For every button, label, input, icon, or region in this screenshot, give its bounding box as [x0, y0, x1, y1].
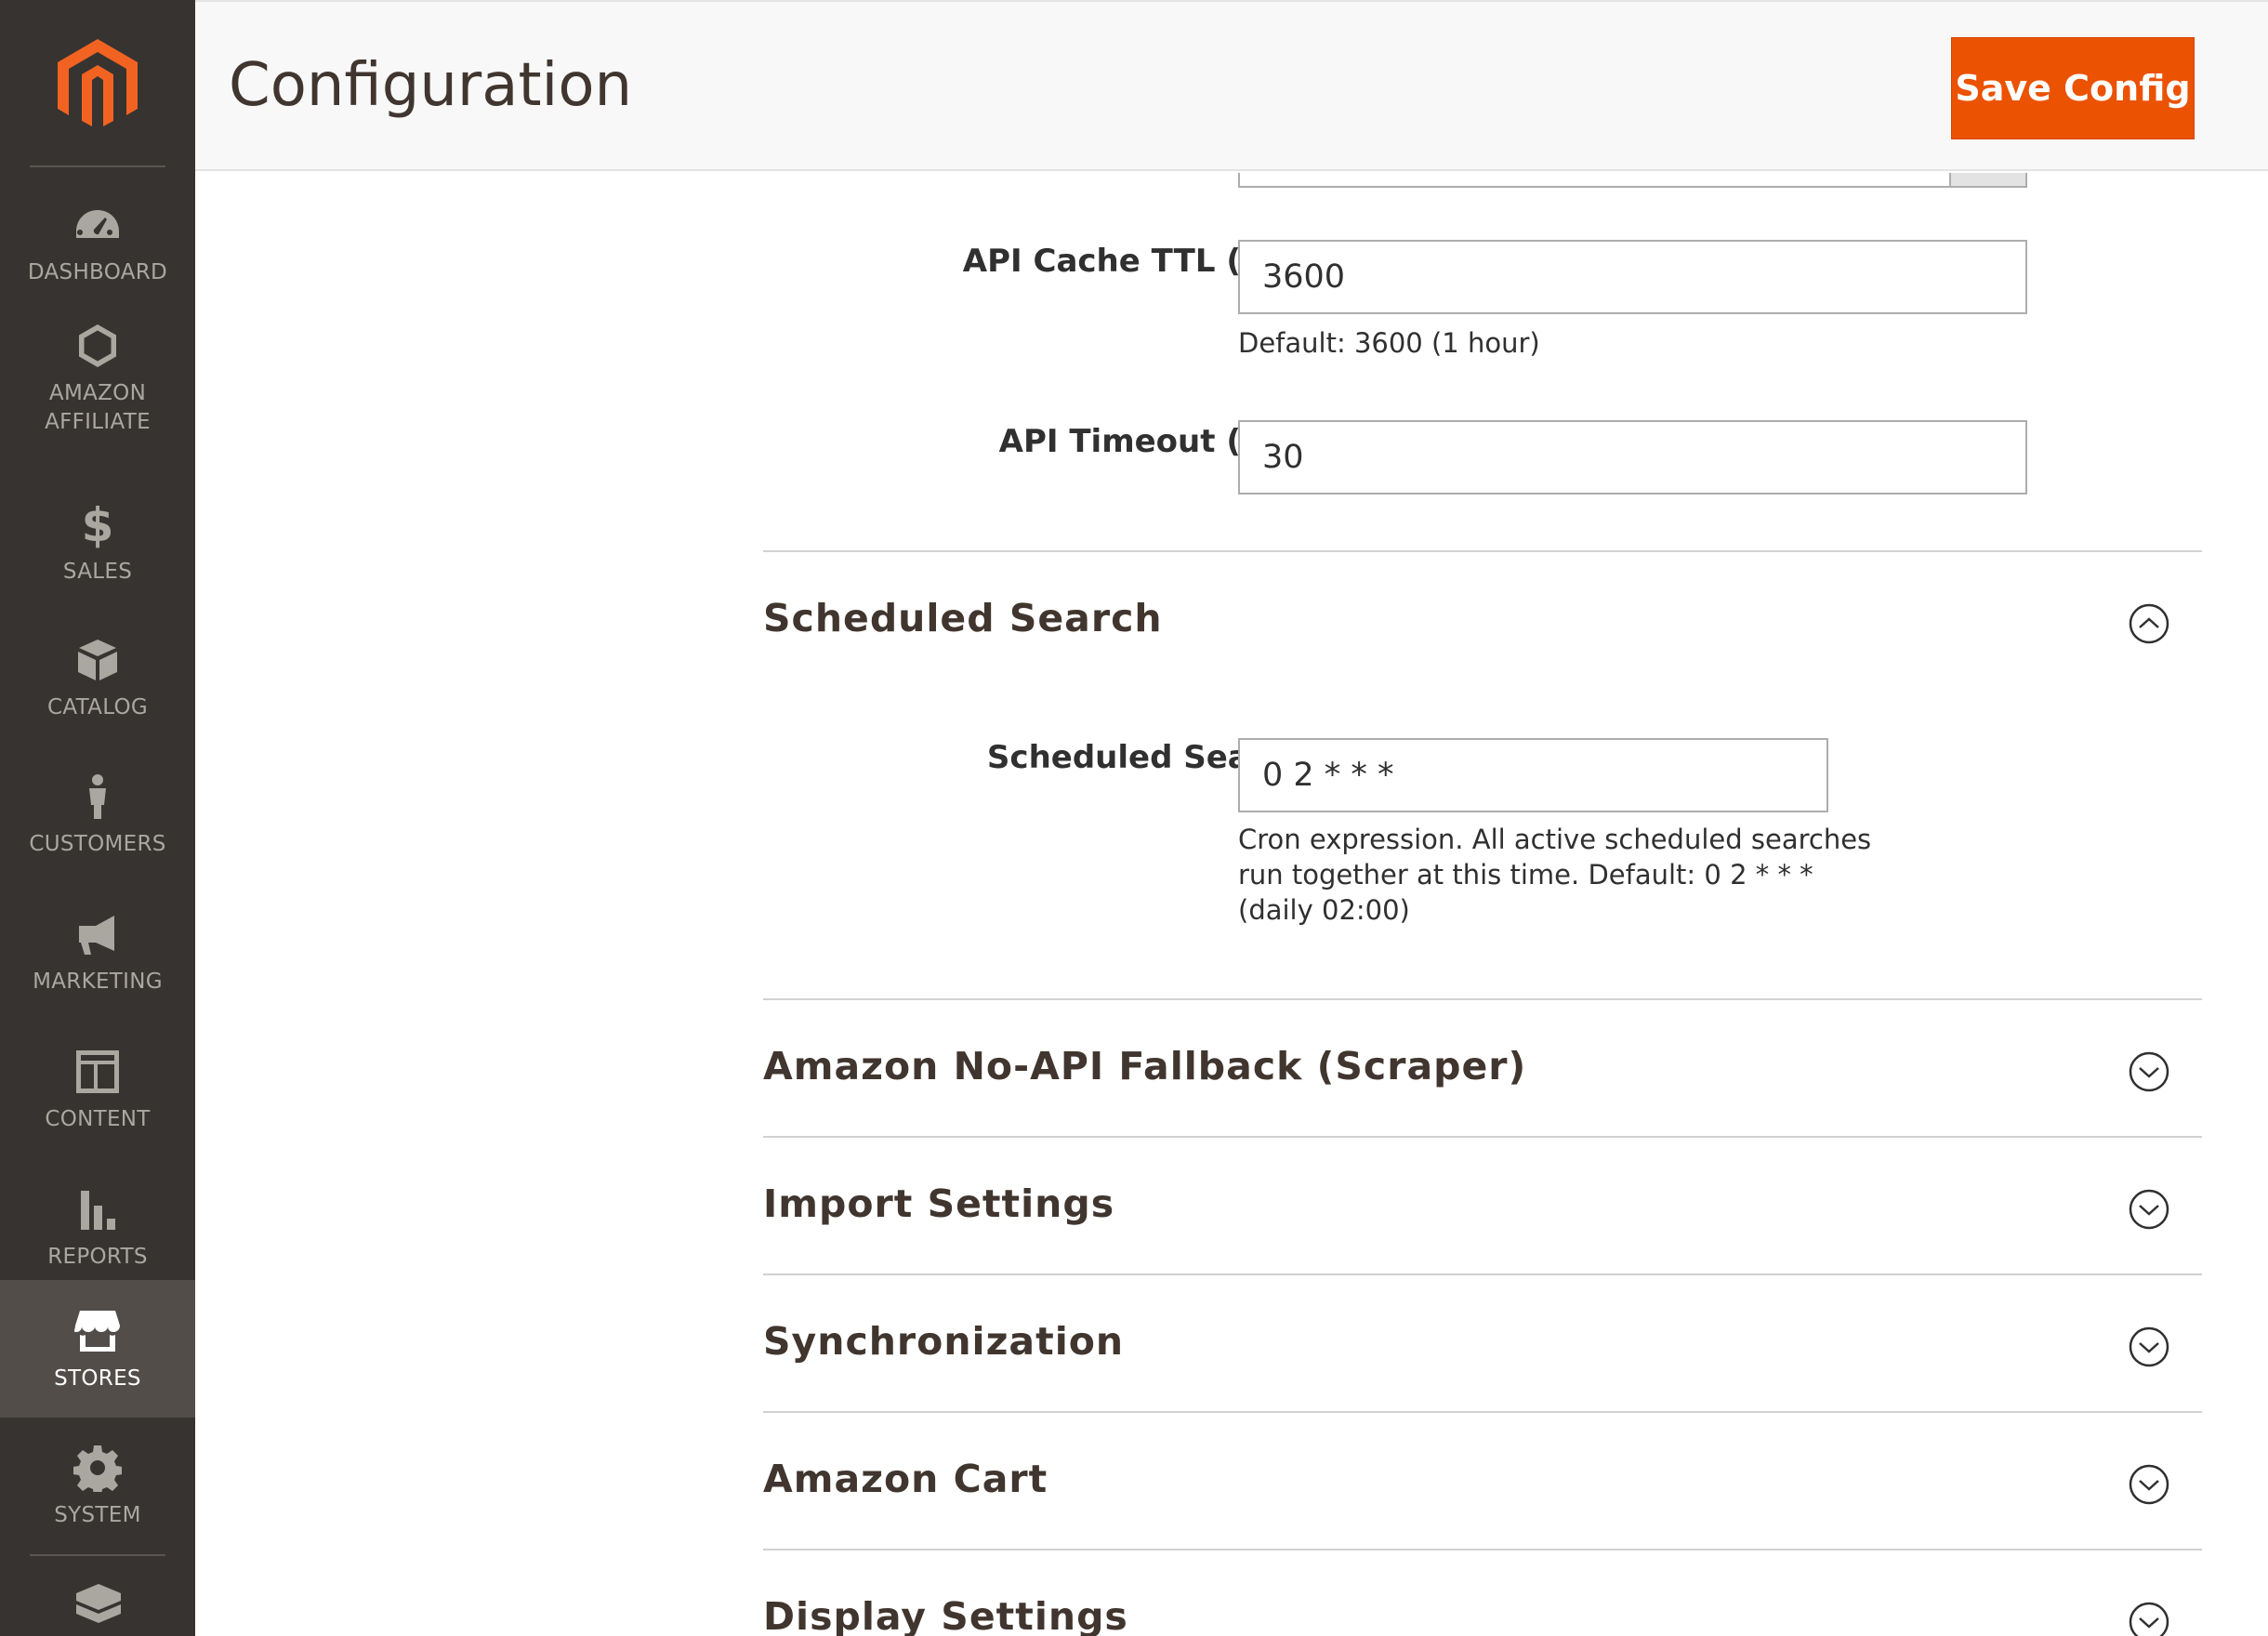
section-scheduled-search-title[interactable]: Scheduled Search — [763, 593, 1163, 643]
cron-note-line1: Cron expression. All active scheduled se… — [1238, 824, 1872, 855]
select-arrow-button[interactable] — [1949, 173, 2025, 186]
sidebar-item-system[interactable]: SYSTEM — [0, 1418, 195, 1553]
sidebar-item-dashboard[interactable]: DASHBOARD — [0, 175, 195, 310]
gear-icon — [72, 1442, 124, 1494]
chevron-down-icon[interactable] — [2129, 1189, 2169, 1230]
section-import-title[interactable]: Import Settings — [763, 1179, 1114, 1229]
cron-note-line3: (daily 02:00) — [1238, 894, 1410, 926]
section-scraper-title[interactable]: Amazon No-API Fallback (Scraper) — [763, 1041, 1526, 1091]
section-divider — [763, 998, 2202, 1000]
sidebar-item-sales[interactable]: $ SALES — [0, 474, 195, 610]
timeout-input[interactable]: 30 — [1238, 420, 2027, 495]
extensions-icon[interactable] — [73, 1580, 125, 1632]
sidebar-label: DASHBOARD — [27, 259, 168, 284]
sidebar-item-customers[interactable]: CUSTOMERS — [0, 746, 195, 882]
sidebar-item-content[interactable]: CONTENT — [0, 1022, 195, 1157]
page-header: Configuration Save Config — [195, 0, 2268, 171]
cache-ttl-note: Default: 3600 (1 hour) — [1238, 327, 1540, 359]
sidebar-item-stores[interactable]: STORES — [0, 1280, 195, 1418]
sidebar-item-reports[interactable]: REPORTS — [0, 1159, 195, 1295]
sidebar-label: CATALOG — [46, 694, 149, 719]
sidebar-item-amazon-affiliate[interactable]: AMAZON AFFILIATE — [0, 310, 195, 446]
admin-sidebar: DASHBOARD AMAZON AFFILIATE $ SALES CATAL… — [0, 0, 195, 1636]
box-icon — [72, 634, 124, 686]
sidebar-label: AMAZON AFFILIATE — [45, 381, 151, 434]
section-cart-title[interactable]: Amazon Cart — [763, 1454, 1048, 1504]
sidebar-divider — [30, 165, 165, 167]
chevron-up-icon[interactable] — [2129, 603, 2169, 644]
section-divider — [763, 550, 2202, 552]
sidebar-label: STORES — [54, 1366, 141, 1391]
save-config-button[interactable]: Save Config — [1951, 37, 2195, 139]
sidebar-label: SALES — [62, 559, 133, 584]
section-divider — [763, 1411, 2202, 1413]
chevron-down-icon[interactable] — [2129, 1326, 2169, 1367]
sidebar-label: CUSTOMERS — [29, 831, 166, 856]
hexagon-icon — [72, 320, 124, 372]
sidebar-label: CONTENT — [45, 1106, 151, 1131]
person-icon — [72, 771, 124, 823]
partial-select-field[interactable] — [1238, 173, 2027, 188]
bar-chart-icon — [72, 1183, 124, 1235]
dashboard-icon — [72, 199, 124, 251]
cache-ttl-input[interactable]: 3600 — [1238, 240, 2027, 314]
megaphone-icon — [72, 908, 124, 960]
sidebar-divider — [30, 1554, 165, 1556]
section-display-title[interactable]: Display Settings — [763, 1591, 1128, 1636]
cron-input[interactable]: 0 2 * * * — [1238, 738, 1828, 812]
svg-text:$: $ — [82, 500, 114, 548]
storefront-icon — [72, 1305, 124, 1357]
sidebar-item-catalog[interactable]: CATALOG — [0, 610, 195, 745]
page-title: Configuration — [229, 51, 633, 120]
cron-note-line2: run together at this time. Default: 0 2 … — [1238, 859, 1813, 891]
sidebar-label: REPORTS — [47, 1244, 148, 1269]
section-divider — [763, 1549, 2202, 1550]
config-content: [website] API Cache TTL (seconds) [globa… — [195, 173, 2268, 1636]
chevron-down-icon[interactable] — [2129, 1051, 2169, 1092]
sidebar-label: SYSTEM — [54, 1502, 141, 1527]
chevron-down-icon[interactable] — [2129, 1602, 2169, 1636]
dollar-icon: $ — [72, 498, 124, 550]
magento-logo[interactable] — [0, 0, 195, 167]
chevron-down-icon[interactable] — [2129, 1464, 2169, 1505]
section-divider — [763, 1136, 2202, 1138]
sidebar-label: MARKETING — [33, 969, 163, 994]
magento-logo-icon — [58, 39, 138, 126]
layout-icon — [72, 1046, 124, 1098]
sidebar-item-marketing[interactable]: MARKETING — [0, 884, 195, 1020]
section-divider — [763, 1273, 2202, 1275]
section-sync-title[interactable]: Synchronization — [763, 1316, 1124, 1366]
